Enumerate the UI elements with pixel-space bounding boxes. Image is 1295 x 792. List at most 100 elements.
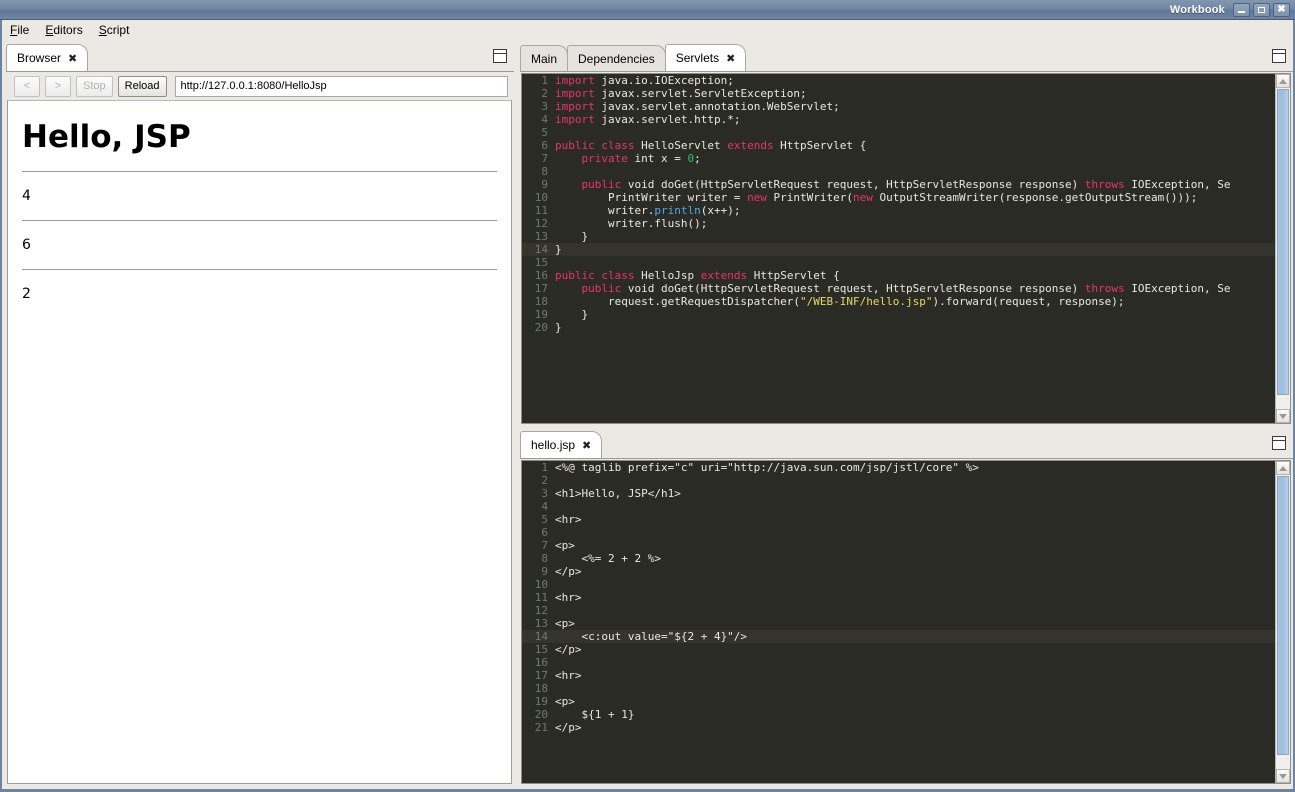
line-number: 16: [534, 269, 548, 282]
editor-tabstrip: Main Dependencies Servlets ✖: [520, 44, 1293, 72]
scrollbar-thumb[interactable]: [1277, 89, 1289, 395]
tab-hello-jsp[interactable]: hello.jsp ✖: [520, 431, 603, 458]
code-line: 2: [522, 474, 1275, 487]
jsp-editor[interactable]: 1 <%@ taglib prefix="c" uri="http://java.…: [521, 460, 1291, 784]
maximize-icon[interactable]: [1272, 436, 1286, 450]
line-number: 12: [534, 604, 548, 617]
code-line: 17 public void doGet(HttpServletRequest …: [522, 282, 1275, 295]
code-line: 8 <%= 2 + 2 %>: [522, 552, 1275, 565]
line-number: 10: [534, 578, 548, 591]
maximize-icon: [1258, 6, 1265, 13]
line-number: 2: [541, 474, 548, 487]
browser-viewport: Hello, JSP 4 6 2: [7, 100, 512, 784]
java-editor[interactable]: 1 import java.io.IOException; 2 import java…: [521, 73, 1291, 424]
scroll-up-icon[interactable]: [1276, 74, 1290, 88]
line-number: 5: [541, 126, 548, 139]
scroll-down-icon[interactable]: [1276, 769, 1290, 783]
line-number: 11: [534, 204, 548, 217]
url-input[interactable]: http://127.0.0.1:8080/HelloJsp: [174, 75, 508, 97]
scrollbar-thumb[interactable]: [1277, 476, 1289, 755]
code-line: 13 <p>: [522, 617, 1275, 630]
maximize-icon[interactable]: [493, 49, 507, 63]
line-number: 17: [534, 669, 548, 682]
code-text: <p>: [555, 539, 575, 552]
maximize-button[interactable]: [1253, 2, 1270, 17]
code-line: 17 <hr>: [522, 669, 1275, 682]
scroll-up-icon[interactable]: [1276, 461, 1290, 475]
window-body: File Editors Script Browser ✖ < > Stop R…: [0, 20, 1295, 792]
scroll-down-icon[interactable]: [1276, 409, 1290, 423]
code-line: 11 <hr>: [522, 591, 1275, 604]
code-text: PrintWriter writer = new PrintWriter(new…: [555, 191, 1198, 204]
code-line: 18: [522, 682, 1275, 695]
line-number: 19: [534, 308, 548, 321]
close-icon[interactable]: ✖: [68, 53, 77, 64]
maximize-icon[interactable]: [1272, 49, 1286, 63]
menu-script[interactable]: Script: [99, 23, 130, 37]
line-number: 17: [534, 282, 548, 295]
line-number: 16: [534, 656, 548, 669]
code-line: 9 public void doGet(HttpServletRequest r…: [522, 178, 1275, 191]
code-line: 18 request.getRequestDispatcher("/WEB-IN…: [522, 295, 1275, 308]
code-text: public class HelloServlet extends HttpSe…: [555, 139, 867, 152]
code-text: <c:out value="${2 + 4}"/>: [555, 630, 748, 643]
java-code-lines: 1 import java.io.IOException; 2 import java…: [522, 74, 1275, 423]
line-number: 4: [541, 113, 548, 126]
menu-file[interactable]: File: [10, 23, 29, 37]
code-line: 2 import javax.servlet.ServletException;: [522, 87, 1275, 100]
code-line: 10 PrintWriter writer = new PrintWriter(…: [522, 191, 1275, 204]
line-number: 8: [541, 552, 548, 565]
code-line: 3 <h1>Hello, JSP</h1>: [522, 487, 1275, 500]
reload-button[interactable]: Reload: [117, 75, 167, 97]
tab-servlets[interactable]: Servlets ✖: [664, 44, 747, 71]
code-line: 6: [522, 526, 1275, 539]
page-value-1: 4: [22, 188, 31, 204]
code-line: 14 <c:out value="${2 + 4}"/>: [522, 630, 1275, 643]
tab-hello-jsp-label: hello.jsp: [531, 438, 576, 452]
menu-bar: File Editors Script: [2, 20, 1293, 40]
forward-button[interactable]: >: [45, 75, 71, 97]
line-number: 10: [534, 191, 548, 204]
line-number: 6: [541, 526, 548, 539]
line-number: 5: [541, 513, 548, 526]
close-icon: ✖: [1277, 4, 1286, 15]
back-button[interactable]: <: [14, 75, 40, 97]
page-value-2: 6: [22, 237, 31, 253]
window-title: Workbook: [1169, 3, 1225, 16]
code-line: 20}: [522, 321, 1275, 334]
code-text: <%= 2 + 2 %>: [555, 552, 661, 565]
close-button[interactable]: ✖: [1273, 2, 1290, 17]
stop-button[interactable]: Stop: [76, 75, 113, 97]
tab-dependencies[interactable]: Dependencies: [567, 45, 666, 71]
minimize-button[interactable]: [1233, 2, 1250, 17]
code-text: <hr>: [555, 669, 582, 682]
code-text: }: [555, 230, 589, 243]
line-number: 3: [541, 487, 548, 500]
code-line: 11 writer.println(x++);: [522, 204, 1275, 217]
code-text: <p>: [555, 617, 575, 630]
line-number: 20: [534, 708, 548, 721]
java-vertical-scrollbar[interactable]: [1275, 74, 1290, 423]
close-icon[interactable]: ✖: [582, 440, 591, 451]
application-window: Workbook ✖ File Editors Script Browser ✖: [0, 0, 1295, 792]
menu-editors[interactable]: Editors: [45, 23, 82, 37]
code-line: 12: [522, 604, 1275, 617]
code-text: <hr>: [555, 513, 582, 526]
close-icon[interactable]: ✖: [726, 53, 735, 64]
tab-main[interactable]: Main: [520, 45, 569, 71]
jsp-vertical-scrollbar[interactable]: [1275, 461, 1290, 783]
line-number: 21: [534, 721, 548, 734]
jsp-panel: hello.jsp ✖ 1 <%@ taglib prefix="c" uri="…: [520, 431, 1293, 786]
line-number: 14: [534, 630, 548, 643]
code-line: 14}: [522, 243, 1275, 256]
horizontal-rule: [22, 171, 497, 172]
code-line: 5: [522, 126, 1275, 139]
tab-browser[interactable]: Browser ✖: [6, 44, 89, 71]
code-line: 3 import javax.servlet.annotation.WebServ…: [522, 100, 1275, 113]
code-text: writer.println(x++);: [555, 204, 741, 217]
code-line: 4: [522, 500, 1275, 513]
code-text: }: [555, 321, 562, 334]
code-line: 19 <p>: [522, 695, 1275, 708]
code-text: </p>: [555, 643, 582, 656]
code-text: import javax.servlet.ServletException;: [555, 87, 807, 100]
